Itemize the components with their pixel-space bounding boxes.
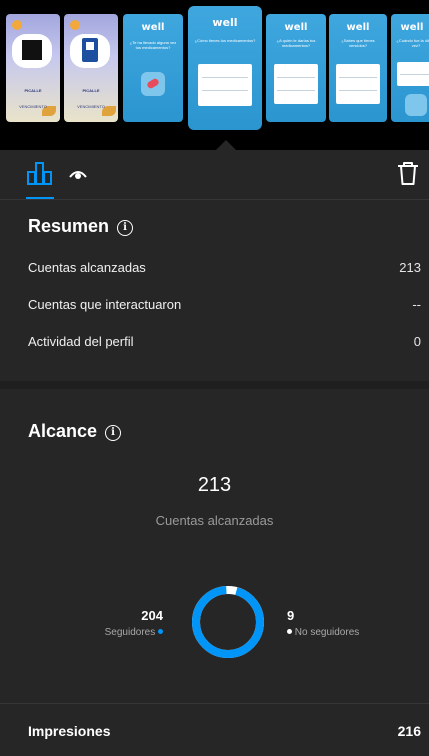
story-thumbnail-selected[interactable]: well ¿Cómo tienes tus medicamentos?	[188, 6, 262, 130]
story-thumbnail-question: ¿Cuándo fue la última vez?	[396, 38, 429, 48]
metric-label: Actividad del perfil	[28, 334, 134, 349]
story-thumbnail-question: ¿Cómo tienes tus medicamentos?	[194, 38, 256, 43]
followers-label: Seguidores	[105, 627, 163, 638]
story-poll-card	[397, 62, 429, 86]
followers-legend-dot	[158, 629, 163, 634]
non-followers-count: 9	[287, 608, 295, 623]
donut-followers-segment	[192, 586, 264, 658]
story-thumbnail-caption: PICALLE	[24, 88, 42, 93]
alcance-title-text: Alcance	[28, 421, 98, 441]
story-thumbnail-1[interactable]: PICALLE VENCIMIENTO	[6, 14, 60, 122]
impressions-value: 216	[397, 723, 421, 739]
non-followers-label: No seguidores	[287, 627, 359, 638]
story-brand: well	[400, 22, 424, 33]
metric-row: Cuentas que interactuaron --	[28, 297, 421, 317]
trash-icon	[398, 162, 418, 185]
info-icon[interactable]: i	[105, 425, 122, 441]
story-poll-card	[274, 64, 318, 104]
story-thumbnail-2[interactable]: PICALLE VENCIMIENTO	[64, 14, 118, 122]
active-tab-indicator	[26, 197, 54, 199]
story-brand: well	[212, 16, 238, 29]
selected-story-pointer	[216, 140, 236, 150]
story-brand: well	[346, 22, 370, 33]
metric-label: Cuentas que interactuaron	[28, 297, 182, 312]
metric-value: 0	[413, 334, 421, 349]
impressions-label: Impresiones	[28, 723, 111, 739]
story-thumbnail-3[interactable]: well ¿Te ha llevado alguna vez tus medic…	[123, 14, 183, 122]
tab-viewers[interactable]	[68, 164, 90, 186]
story-thumbnail-5[interactable]: well ¿A quién le darías tus medicamentos…	[266, 14, 326, 122]
reach-total-label: Cuentas alcanzadas	[155, 513, 274, 528]
insights-tab-bar	[0, 150, 429, 200]
resumen-section-title: Resumen i	[28, 216, 134, 237]
eye-icon	[69, 171, 87, 179]
story-thumbnail-6[interactable]: well ¿Sabes que tienes vencidos?	[329, 14, 387, 122]
metric-label: Cuentas alcanzadas	[28, 260, 146, 275]
story-thumbnail-question: ¿Te ha llevado alguna vez tus medicament…	[129, 40, 177, 50]
non-followers-label-text: No seguidores	[294, 627, 360, 638]
delete-story-button[interactable]	[396, 160, 422, 188]
story-thumbnail-caption: PICALLE	[82, 88, 100, 93]
metric-row: Actividad del perfil 0	[28, 334, 421, 354]
section-divider	[0, 703, 429, 704]
bar-chart-icon	[27, 162, 52, 185]
metric-value: 213	[399, 260, 421, 275]
story-thumbnail-strip: PICALLE VENCIMIENTO PICALLE VENCIMIENTO …	[0, 0, 429, 150]
story-thumbnail-7[interactable]: well ¿Cuándo fue la última vez?	[391, 14, 429, 122]
resumen-title-text: Resumen	[28, 216, 110, 236]
metric-value: --	[412, 297, 421, 312]
story-brand: well	[141, 22, 165, 33]
reach-donut-chart	[192, 586, 264, 658]
story-thumbnail-question: ¿Sabes que tienes vencidos?	[341, 38, 375, 48]
story-poll-card	[198, 64, 252, 106]
alcance-section-title: Alcance i	[28, 421, 122, 442]
non-followers-legend-dot	[287, 629, 292, 634]
metric-row: Cuentas alcanzadas 213	[28, 260, 421, 280]
story-poll-card	[336, 64, 380, 104]
story-thumbnail-footer: VENCIMIENTO	[19, 104, 47, 109]
followers-count: 204	[141, 608, 163, 623]
story-brand: well	[284, 22, 308, 33]
reach-total: 213	[197, 474, 232, 496]
story-thumbnail-question: ¿A quién le darías tus medicamentos?	[276, 38, 316, 48]
story-thumbnail-footer: VENCIMIENTO	[77, 104, 105, 109]
tab-insights[interactable]	[26, 160, 56, 190]
section-divider	[0, 381, 429, 389]
info-icon[interactable]: i	[117, 220, 134, 236]
followers-label-text: Seguidores	[104, 627, 156, 638]
